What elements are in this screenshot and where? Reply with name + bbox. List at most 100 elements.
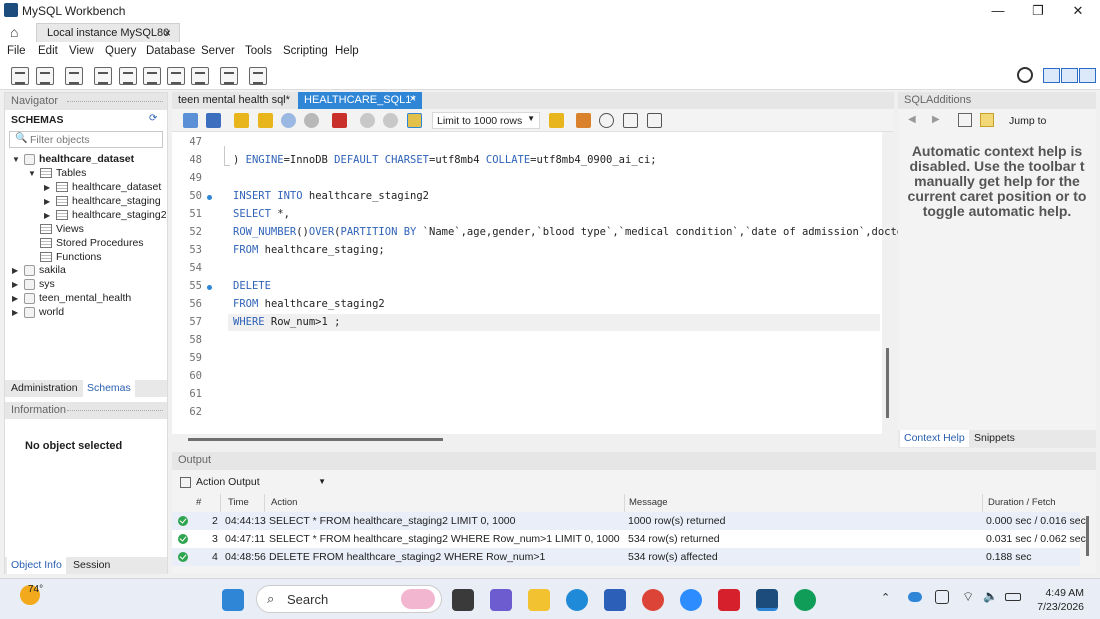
explain-magnifier-icon[interactable] [281,113,296,128]
mysql-workbench-taskbar-icon[interactable] [756,589,778,611]
create-view-icon[interactable] [143,67,161,85]
tab-schemas[interactable]: Schemas [83,380,135,397]
close-tab-icon[interactable]: × [164,26,171,40]
search-table-data-icon[interactable] [220,67,238,85]
collapse-arrow-icon[interactable]: ▶ [44,183,50,192]
toggle-output-icon[interactable] [1061,68,1078,83]
toggle-error-icon[interactable] [332,113,347,128]
editor-horizontal-scrollbar[interactable] [188,438,443,441]
stored-procedures-node[interactable]: Stored Procedures [56,237,144,249]
home-icon[interactable]: ⌂ [10,24,18,40]
tab-session[interactable]: Session [69,559,114,571]
toggle-auto-help-icon[interactable] [958,113,972,127]
taskbar-clock[interactable]: 4:49 AM 7/23/2026 [1037,586,1084,614]
expand-arrow-icon[interactable]: ▼ [28,169,36,178]
tab-context-help[interactable]: Context Help [900,430,969,447]
wps-office-icon[interactable] [718,589,740,611]
statement-marker-icon[interactable] [207,285,212,290]
collapse-arrow-icon[interactable]: ▶ [44,211,50,220]
editor-vertical-scrollbar[interactable] [886,348,889,418]
collapse-arrow-icon[interactable]: ▶ [12,308,18,317]
copy-icon[interactable] [180,477,191,488]
restore-button[interactable]: ❐ [1024,2,1052,20]
output-scrollbar[interactable] [1086,516,1089,556]
manual-help-icon[interactable] [980,113,994,127]
menu-query[interactable]: Query [105,45,136,57]
find-icon[interactable] [599,113,614,128]
taskbar-search-box[interactable]: ⌕ Search [256,585,442,613]
table-healthcare-staging2[interactable]: healthcare_staging2 [72,209,167,221]
connection-tab[interactable]: Local instance MySQL80 × [36,23,180,42]
chrome-icon[interactable] [642,589,664,611]
stop-icon[interactable] [304,113,319,128]
create-table-icon[interactable] [119,67,137,85]
collapse-arrow-icon[interactable]: ▶ [12,266,18,275]
tab-administration[interactable]: Administration [7,382,82,394]
jump-to-label[interactable]: Jump to [1009,115,1046,127]
menu-server[interactable]: Server [201,45,235,57]
minimize-button[interactable]: — [984,2,1012,20]
forward-arrow-icon[interactable]: ▶ [932,114,940,125]
zoom-icon[interactable] [680,589,702,611]
collapse-arrow-icon[interactable]: ▶ [12,294,18,303]
close-button[interactable]: ✕ [1064,2,1092,20]
settings-gear-icon[interactable] [1017,67,1033,83]
schema-sys[interactable]: sys [39,278,55,290]
volume-icon[interactable]: 🔈 [983,589,998,603]
sql-editor[interactable]: 47 48) ENGINE=InnoDB DEFAULT CHARSET=utf8… [172,132,916,434]
menu-file[interactable]: File [7,45,26,57]
bookmark-star-icon[interactable] [549,113,564,128]
battery-icon[interactable] [1005,593,1021,601]
menu-scripting[interactable]: Scripting [283,45,328,57]
execute-lightning-icon[interactable] [234,113,249,128]
tab-snippets[interactable]: Snippets [970,432,1019,444]
network-off-icon[interactable] [935,590,949,604]
open-file-icon[interactable] [183,113,198,128]
chevron-up-icon[interactable]: ⌃ [881,591,890,604]
execute-current-lightning-icon[interactable] [258,113,273,128]
onedrive-cloud-icon[interactable] [908,592,922,602]
table-row[interactable]: 3 04:47:11 SELECT * FROM healthcare_stag… [172,530,1086,548]
create-procedure-icon[interactable] [167,67,185,85]
inspector-icon[interactable] [65,67,83,85]
table-healthcare-dataset[interactable]: healthcare_dataset [72,181,161,193]
menu-edit[interactable]: Edit [38,45,58,57]
reconnect-icon[interactable] [249,67,267,85]
menu-help[interactable]: Help [335,45,359,57]
schema-world[interactable]: world [39,306,64,318]
microsoft-store-icon[interactable] [604,589,626,611]
schema-healthcare-dataset[interactable]: healthcare_dataset [39,153,134,165]
schema-teen-mental-health[interactable]: teen_mental_health [39,292,131,304]
close-tab-icon[interactable]: × [410,93,416,105]
collapse-arrow-icon[interactable]: ▶ [12,280,18,289]
output-type-select[interactable]: Action Output ▼ [196,476,326,491]
menu-database[interactable]: Database [146,45,195,57]
toggle-sidebar-icon[interactable] [1043,68,1060,83]
table-row[interactable]: 4 04:48:56 DELETE FROM healthcare_stagin… [172,548,1080,566]
copilot-icon[interactable] [490,589,512,611]
create-function-icon[interactable] [191,67,209,85]
views-node[interactable]: Views [56,223,84,235]
expand-arrow-icon[interactable]: ▼ [12,155,20,164]
commit-icon[interactable] [360,113,375,128]
autocommit-icon[interactable] [407,113,422,128]
filter-input[interactable]: 🔍 Filter objects [9,131,163,148]
tab-healthcare-sql1[interactable]: HEALTHCARE_SQL1* × [298,92,422,109]
refresh-icon[interactable]: ⟳ [149,113,157,124]
save-icon[interactable] [206,113,221,128]
invisible-chars-icon[interactable] [623,113,638,128]
functions-node[interactable]: Functions [56,251,102,263]
chrome-profile-icon[interactable] [794,589,816,611]
menu-view[interactable]: View [69,45,94,57]
limit-rows-select[interactable]: Limit to 1000 rows ▼ [432,112,540,129]
table-row[interactable]: 2 04:44:13 SELECT * FROM healthcare_stag… [172,512,1086,530]
back-arrow-icon[interactable]: ◀ [908,114,916,125]
new-sql-tab-icon[interactable] [11,67,29,85]
wifi-icon[interactable]: ⌔ [962,589,974,605]
table-healthcare-staging[interactable]: healthcare_staging [72,195,161,207]
file-explorer-icon[interactable] [528,589,550,611]
toggle-secondary-sidebar-icon[interactable] [1079,68,1096,83]
collapse-arrow-icon[interactable]: ▶ [44,197,50,206]
rollback-icon[interactable] [383,113,398,128]
schema-sakila[interactable]: sakila [39,264,66,276]
